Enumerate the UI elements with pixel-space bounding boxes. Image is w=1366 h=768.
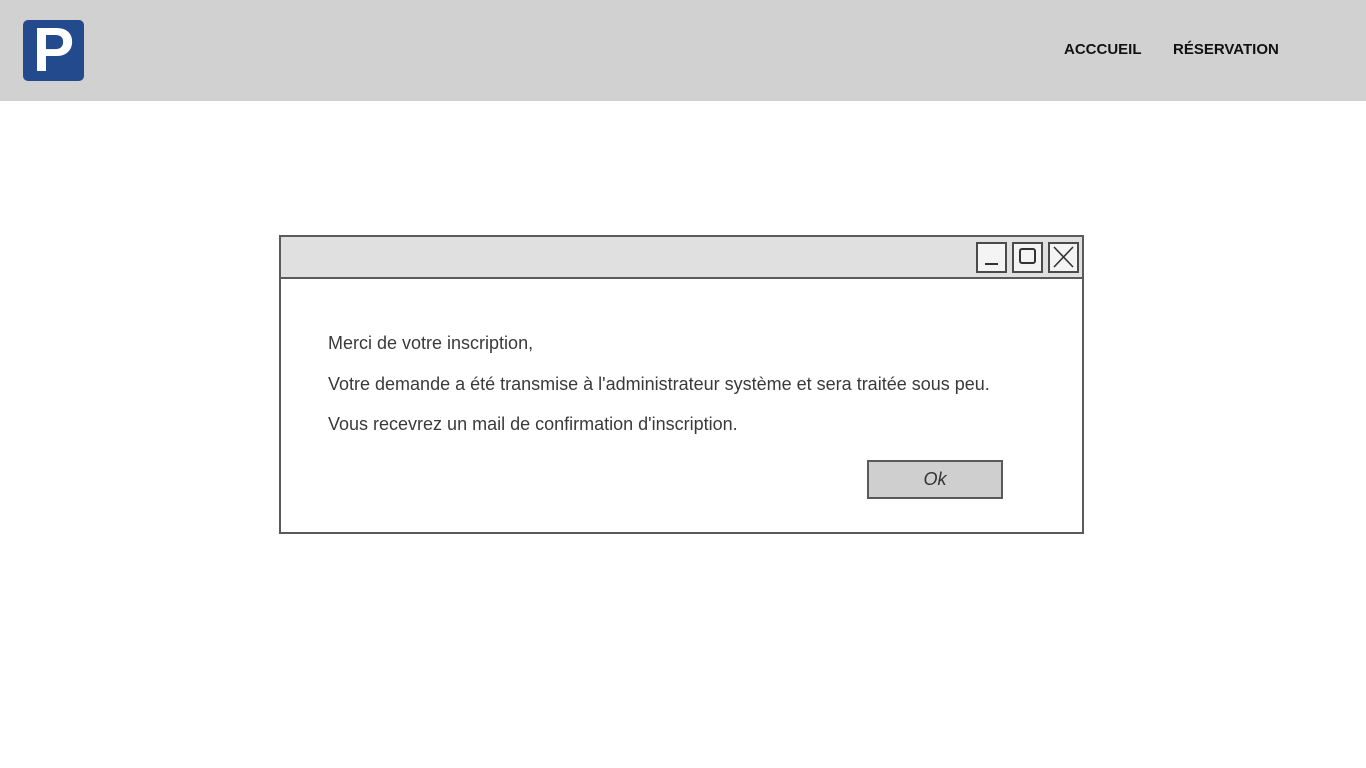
minimize-button[interactable]: [976, 242, 1007, 273]
message-line-request-sent: Votre demande a été transmise à l'admini…: [328, 374, 990, 394]
nav-link-home[interactable]: ACCCUEIL: [1064, 41, 1142, 58]
logo-letter: P: [32, 15, 75, 85]
close-button[interactable]: [1048, 242, 1079, 273]
nav-link-reservation[interactable]: RÉSERVATION: [1173, 41, 1279, 58]
confirmation-dialog: Merci de votre inscription, Votre demand…: [279, 235, 1084, 534]
header-bar: P ACCCUEIL RÉSERVATION: [0, 0, 1366, 101]
close-icon: [1053, 246, 1074, 268]
minimize-icon: [985, 263, 998, 265]
message-line-confirmation-mail: Vous recevrez un mail de confirmation d'…: [328, 414, 738, 434]
dialog-titlebar[interactable]: [281, 237, 1082, 279]
ok-button-label: Ok: [923, 469, 947, 489]
message-line-thanks: Merci de votre inscription,: [328, 333, 534, 353]
maximize-icon: [1019, 248, 1036, 264]
ok-button[interactable]: Ok: [867, 460, 1003, 499]
maximize-button[interactable]: [1012, 242, 1043, 273]
parking-logo[interactable]: P: [23, 15, 84, 85]
